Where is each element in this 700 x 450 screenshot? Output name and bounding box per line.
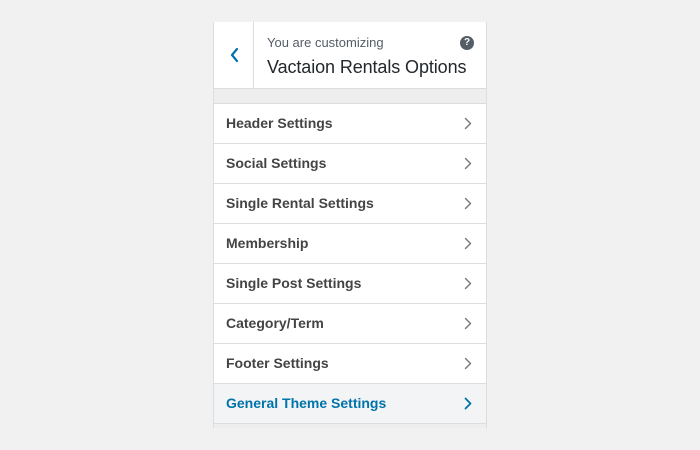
section-label: Social Settings — [226, 155, 327, 171]
panel-title: Vactaion Rentals Options — [267, 57, 467, 77]
section-list: Header Settings Social Settings Single Ren… — [214, 103, 486, 424]
section-label: Single Post Settings — [226, 275, 362, 291]
chevron-right-icon — [464, 277, 472, 290]
section-label: Category/Term — [226, 315, 324, 331]
customizer-panel: You are customizing Vactaion Rentals Opt… — [213, 22, 487, 428]
chevron-right-icon — [464, 397, 472, 410]
section-item[interactable]: Social Settings — [214, 144, 486, 184]
section-label: Footer Settings — [226, 355, 329, 371]
section-item[interactable]: Category/Term — [214, 304, 486, 344]
chevron-right-icon — [464, 157, 472, 170]
section-item[interactable]: Footer Settings — [214, 344, 486, 384]
header-text: You are customizing Vactaion Rentals Opt… — [267, 35, 466, 80]
back-button[interactable] — [214, 22, 254, 88]
chevron-right-icon — [464, 357, 472, 370]
section-item[interactable]: Single Post Settings — [214, 264, 486, 304]
section-item[interactable]: General Theme Settings — [214, 384, 486, 424]
section-label: General Theme Settings — [226, 395, 387, 411]
chevron-right-icon — [464, 117, 472, 130]
section-gap — [214, 89, 486, 103]
section-label: Header Settings — [226, 115, 333, 131]
chevron-right-icon — [464, 317, 472, 330]
section-item[interactable]: Header Settings — [214, 104, 486, 144]
help-icon[interactable]: ? — [460, 36, 474, 50]
section-label: Membership — [226, 235, 309, 251]
chevron-right-icon — [464, 197, 472, 210]
panel-header: You are customizing Vactaion Rentals Opt… — [214, 22, 486, 89]
chevron-left-icon — [230, 47, 238, 63]
section-item[interactable]: Single Rental Settings — [214, 184, 486, 224]
chevron-right-icon — [464, 237, 472, 250]
customizing-label: You are customizing — [267, 35, 384, 50]
section-item[interactable]: Membership — [214, 224, 486, 264]
section-label: Single Rental Settings — [226, 195, 374, 211]
